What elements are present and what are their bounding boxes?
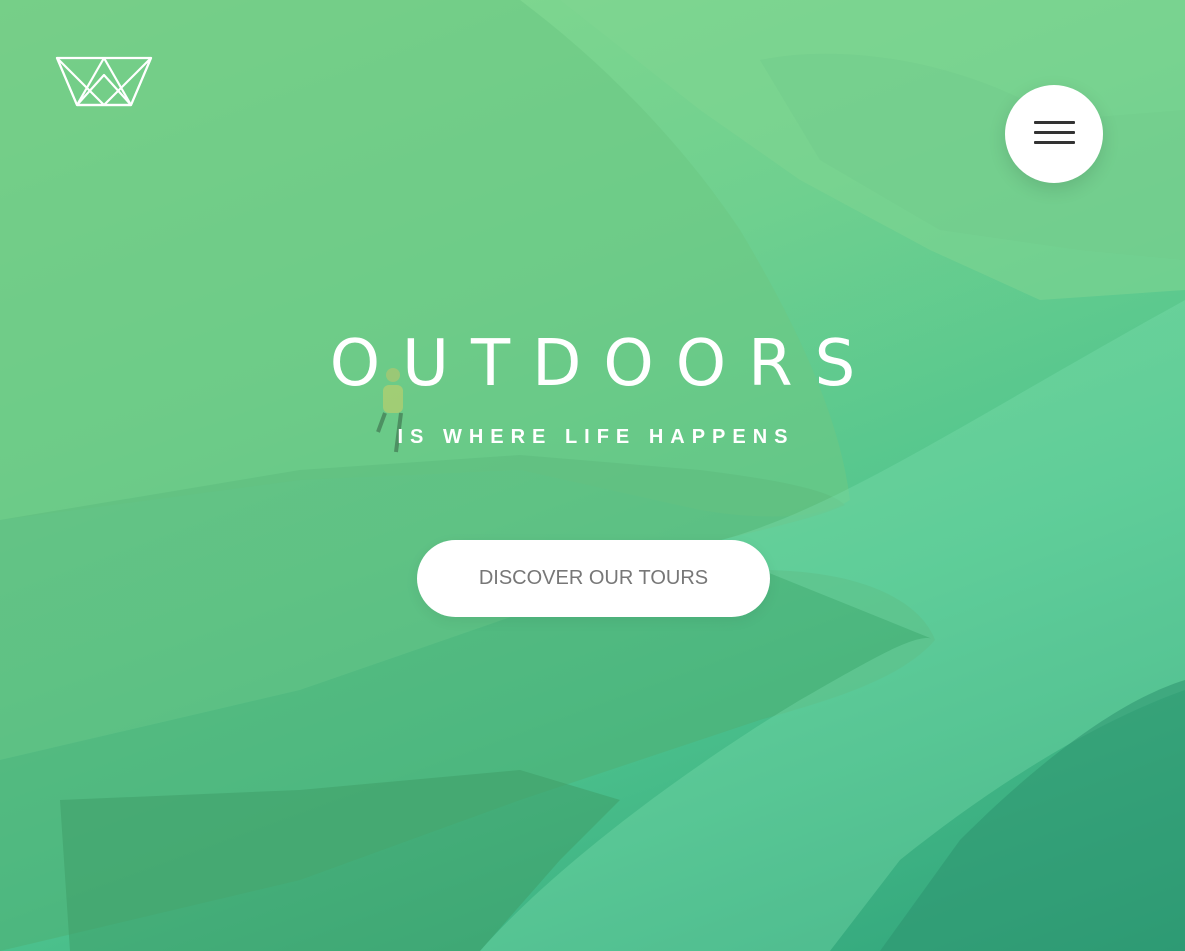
discover-tours-button[interactable]: DISCOVER OUR TOURS bbox=[417, 540, 770, 617]
hero-title: OUTDOORS bbox=[329, 327, 878, 401]
crown-logo-icon[interactable] bbox=[55, 55, 153, 109]
hamburger-menu-button[interactable] bbox=[1005, 85, 1103, 183]
hero-heading-block: OUTDOORS IS WHERE LIFE HAPPENS bbox=[0, 322, 1185, 454]
hero-section: OUTDOORS IS WHERE LIFE HAPPENS DISCOVER … bbox=[0, 0, 1185, 951]
hero-subtitle: IS WHERE LIFE HAPPENS bbox=[397, 426, 795, 448]
